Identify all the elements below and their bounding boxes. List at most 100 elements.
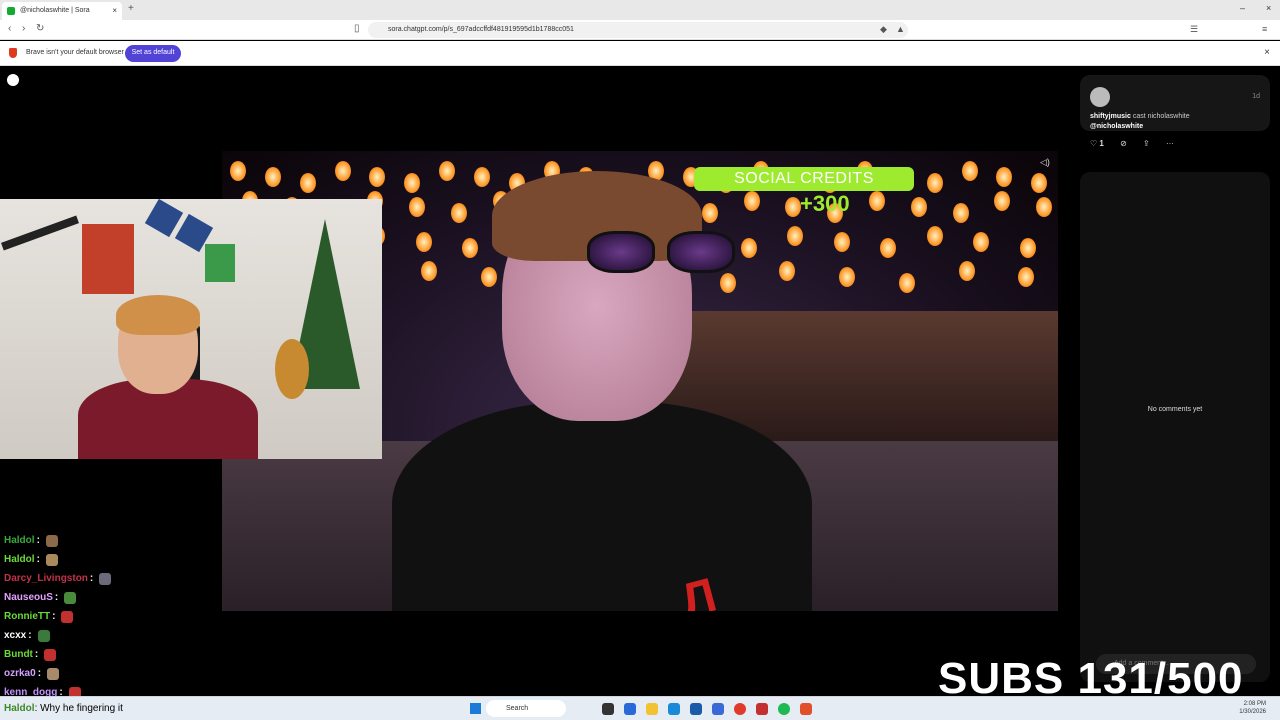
post-info-card: 1d shiftyjmusic cast nicholaswhite @nich… xyxy=(1080,75,1270,131)
chat-line: xcxx: xyxy=(4,626,214,645)
mail-icon[interactable] xyxy=(712,703,724,715)
streamer-hair xyxy=(116,295,200,335)
extensions-icon[interactable]: ☰ xyxy=(1190,24,1198,35)
notif-close-icon[interactable]: × xyxy=(1264,47,1270,58)
cast-text: cast nicholaswhite xyxy=(1132,113,1190,120)
chat-line: Bundt: xyxy=(4,645,214,664)
reload-icon[interactable]: ↻ xyxy=(36,23,44,34)
lantern xyxy=(994,191,1011,211)
address-bar: ‹ › ↻ ▯ sora.chatgpt.com/p/s_697adccffdf… xyxy=(0,20,1280,40)
rewards-icon[interactable]: ▲ xyxy=(896,24,905,34)
chat-line: Haldol: xyxy=(4,550,214,569)
system-clock[interactable]: 2:08 PM 1/30/2026 xyxy=(1239,700,1266,716)
default-browser-bar: Brave isn't your default browser Set as … xyxy=(0,41,1280,66)
chrome-icon[interactable] xyxy=(734,703,746,715)
emote-icon xyxy=(45,534,58,547)
remix-icon[interactable]: ⊘ xyxy=(1120,139,1127,148)
lantern xyxy=(264,167,281,187)
chat-separator: : xyxy=(34,649,39,660)
guitar xyxy=(275,339,309,399)
no-comments-text: No comments yet xyxy=(1147,406,1203,413)
brave-logo-icon xyxy=(9,48,17,58)
spotify-icon[interactable] xyxy=(778,703,790,715)
lantern xyxy=(880,238,897,258)
shirt xyxy=(392,401,812,611)
tab-close-icon[interactable]: × xyxy=(112,6,117,15)
chat-username[interactable]: ozrka0 xyxy=(4,668,36,679)
lantern xyxy=(958,261,975,281)
post-user: shiftyjmusic cast nicholaswhite xyxy=(1090,113,1190,120)
chat-username[interactable]: Bundt xyxy=(4,649,33,660)
avatar[interactable] xyxy=(1090,87,1110,107)
chat-username[interactable]: xcxx xyxy=(4,630,26,641)
chat-line: RonnieTT: xyxy=(4,607,214,626)
comments-panel: No comments yet Add a comment... xyxy=(1080,172,1270,682)
brave-icon[interactable] xyxy=(800,703,812,715)
minimize-icon[interactable]: – xyxy=(1240,3,1245,13)
forward-icon[interactable]: › xyxy=(22,23,25,34)
chat-separator: : xyxy=(37,668,42,679)
close-window-icon[interactable]: × xyxy=(1266,3,1271,13)
more-icon[interactable]: ··· xyxy=(1166,139,1174,148)
chat-separator: : xyxy=(54,592,59,603)
emote-icon xyxy=(61,610,74,623)
start-icon[interactable] xyxy=(470,703,481,714)
notif-message: Brave isn't your default browser xyxy=(26,49,124,56)
lantern xyxy=(1019,238,1036,258)
chat-username[interactable]: Haldol xyxy=(4,554,35,565)
post-time: 1d xyxy=(1252,93,1260,100)
tab-title: @nicholaswhite | Sora xyxy=(20,7,90,14)
app-icon[interactable] xyxy=(756,703,768,715)
lantern xyxy=(869,191,885,211)
chat-username[interactable]: Darcy_Livingston xyxy=(4,573,88,584)
page-content: Л SOCIAL CREDITS +300 ◁) 1d shiftyjmusic… xyxy=(0,66,1280,703)
lantern xyxy=(833,232,850,252)
store-icon[interactable] xyxy=(690,703,702,715)
like-button[interactable]: ♡ 1 xyxy=(1090,139,1104,148)
stream-chat: Haldol: Haldol: Darcy_Livingston: NauseouS:… xyxy=(4,531,214,702)
emote-icon xyxy=(45,553,58,566)
taskbar-search-label: Search xyxy=(506,705,529,712)
lantern xyxy=(952,203,969,223)
mute-icon[interactable]: ◁) xyxy=(1040,157,1050,167)
lantern xyxy=(839,267,856,287)
brave-shield-icon[interactable]: ◆ xyxy=(880,24,887,35)
chat-username[interactable]: Haldol xyxy=(4,535,35,546)
social-credits-value: +300 xyxy=(800,191,850,216)
lantern xyxy=(961,161,978,181)
lantern xyxy=(1031,173,1048,193)
chat-username[interactable]: RonnieTT xyxy=(4,611,50,622)
chat-separator: : xyxy=(52,611,56,622)
social-credits-banner: SOCIAL CREDITS xyxy=(694,167,914,191)
active-tab[interactable]: @nicholaswhite | Sora × xyxy=(2,2,122,20)
set-default-button[interactable]: Set as default xyxy=(125,45,181,62)
chat-separator: : xyxy=(36,554,40,565)
bookmark-icon[interactable]: ▯ xyxy=(354,23,360,34)
taskbar-search[interactable]: Search xyxy=(486,700,566,717)
folder-icon[interactable] xyxy=(646,703,658,715)
username[interactable]: shiftyjmusic xyxy=(1090,113,1131,120)
chat-separator: : xyxy=(89,573,94,584)
emote-icon xyxy=(99,572,112,585)
chat-username[interactable]: NauseouS xyxy=(4,592,53,603)
emote-icon xyxy=(64,591,77,604)
app-icon[interactable] xyxy=(624,703,636,715)
url-field[interactable]: sora.chatgpt.com/p/s_697adccffdf48191959… xyxy=(368,22,908,38)
post-actions: ♡ 1 ⊘ ⇪ ··· xyxy=(1090,139,1188,148)
lantern xyxy=(334,161,351,181)
cast-handle[interactable]: @nicholaswhite xyxy=(1090,123,1143,130)
lantern xyxy=(996,167,1013,187)
back-icon[interactable]: ‹ xyxy=(8,23,11,34)
sora-logo-icon[interactable] xyxy=(7,74,19,86)
menu-icon[interactable]: ≡ xyxy=(1262,24,1267,34)
chat-line: NauseouS: xyxy=(4,588,214,607)
edge-icon[interactable] xyxy=(668,703,680,715)
url-text: sora.chatgpt.com/p/s_697adccffdf48191959… xyxy=(388,26,574,33)
new-tab-button[interactable]: + xyxy=(128,3,134,14)
share-icon[interactable]: ⇪ xyxy=(1143,139,1150,148)
lantern xyxy=(926,173,943,193)
lantern xyxy=(299,173,316,193)
taskview-icon[interactable] xyxy=(602,703,614,715)
streamer xyxy=(78,295,278,459)
chat-line: Darcy_Livingston: xyxy=(4,569,214,588)
